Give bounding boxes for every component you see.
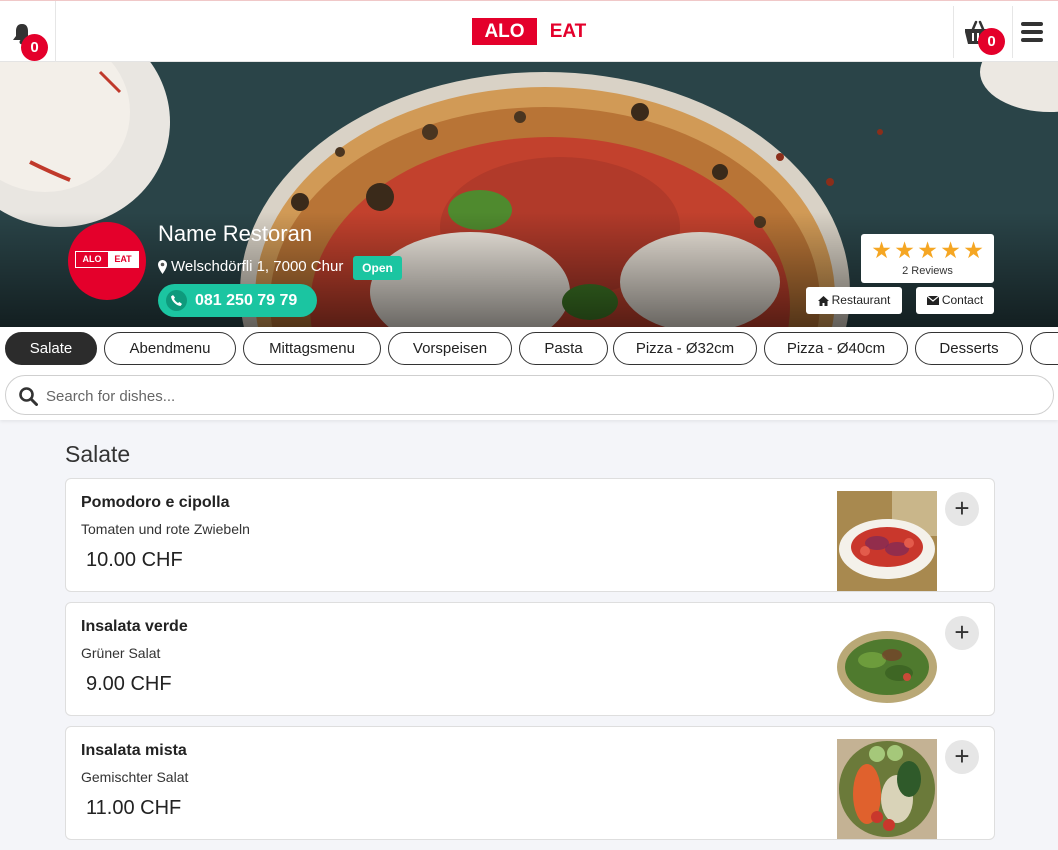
call-restaurant-button[interactable]: 081 250 79 79 (158, 284, 317, 317)
category-tab-abendmenu[interactable]: Abendmenu (104, 332, 236, 365)
hamburger-menu-icon[interactable] (1021, 22, 1045, 42)
item-photo[interactable] (837, 615, 937, 715)
section-title: Salate (65, 441, 131, 467)
restaurant-name: Name Restoran (158, 221, 313, 246)
envelope-icon (926, 296, 939, 305)
notifications-button[interactable]: 0 (0, 1, 56, 62)
star-icon: ★ (871, 237, 892, 263)
category-tab-more[interactable] (1030, 332, 1058, 365)
item-name: Insalata mista (81, 742, 187, 759)
notification-count-badge: 0 (21, 34, 48, 61)
menu-item-card[interactable]: Insalata mista Gemischter Salat 11.00 CH… (65, 726, 995, 840)
star-icon: ★ (894, 237, 915, 263)
restaurant-logo-alo: ALO (82, 254, 102, 264)
star-icon: ★ (940, 237, 961, 263)
item-description: Grüner Salat (81, 645, 161, 661)
item-description: Gemischter Salat (81, 769, 189, 785)
add-to-cart-button[interactable]: + (945, 616, 979, 650)
cart-button[interactable]: 0 (953, 6, 1013, 58)
app-logo[interactable]: ALO EAT (472, 18, 599, 45)
item-price: 10.00 CHF (86, 549, 183, 571)
restaurant-logo: ALO EAT (68, 222, 146, 300)
category-tab-mittagsmenu[interactable]: Mittagsmenu (243, 332, 381, 365)
logo-alo: ALO (472, 18, 537, 45)
star-icon: ★ (963, 237, 984, 263)
category-tab-pasta[interactable]: Pasta (519, 332, 608, 365)
rating-box[interactable]: ★ ★ ★ ★ ★ 2 Reviews (861, 234, 994, 283)
item-photo[interactable] (837, 739, 937, 839)
logo-eat: EAT (537, 18, 599, 45)
star-rating: ★ ★ ★ ★ ★ (870, 237, 985, 263)
contact-button[interactable]: Contact (916, 287, 994, 314)
contact-button-label: Contact (941, 293, 984, 307)
phone-icon (171, 295, 182, 306)
top-header: 0 ALO EAT 0 (0, 0, 1058, 62)
item-photo[interactable] (837, 491, 937, 591)
open-status-badge: Open (353, 256, 402, 280)
category-tab-pizza-40[interactable]: Pizza - Ø40cm (764, 332, 908, 365)
add-to-cart-button[interactable]: + (945, 492, 979, 526)
cart-count-badge: 0 (978, 28, 1005, 55)
category-tab-pizza-32[interactable]: Pizza - Ø32cm (613, 332, 757, 365)
category-bar: Salate Abendmenu Mittagsmenu Vorspeisen … (0, 327, 1058, 420)
map-marker-icon (158, 259, 167, 274)
restaurant-button-label: Restaurant (831, 293, 891, 307)
home-icon (817, 295, 829, 306)
restaurant-logo-eat: EAT (108, 252, 138, 267)
restaurant-hero: ALO EAT Name Restoran Welschdörfli 1, 70… (0, 62, 1058, 327)
reviews-count[interactable]: 2 Reviews (861, 265, 994, 277)
phone-number: 081 250 79 79 (195, 292, 298, 309)
item-price: 9.00 CHF (86, 673, 172, 695)
menu-item-card[interactable]: Pomodoro e cipolla Tomaten und rote Zwie… (65, 478, 995, 592)
category-tab-desserts[interactable]: Desserts (915, 332, 1023, 365)
restaurant-address-text: Welschdörfli 1, 7000 Chur (171, 258, 344, 275)
item-name: Pomodoro e cipolla (81, 494, 230, 511)
restaurant-address: Welschdörfli 1, 7000 Chur (158, 258, 343, 275)
restaurant-info-button[interactable]: Restaurant (806, 287, 902, 314)
category-tab-salate[interactable]: Salate (5, 332, 97, 365)
add-to-cart-button[interactable]: + (945, 740, 979, 774)
item-name: Insalata verde (81, 618, 188, 635)
item-description: Tomaten und rote Zwiebeln (81, 521, 250, 537)
search-icon (19, 387, 38, 406)
star-icon: ★ (917, 237, 938, 263)
menu-item-card[interactable]: Insalata verde Grüner Salat 9.00 CHF + (65, 602, 995, 716)
category-tab-vorspeisen[interactable]: Vorspeisen (388, 332, 512, 365)
category-tabs[interactable]: Salate Abendmenu Mittagsmenu Vorspeisen … (5, 332, 1058, 365)
dish-search-bar[interactable] (5, 375, 1054, 415)
dish-search-input[interactable] (46, 382, 1036, 410)
item-price: 11.00 CHF (86, 797, 182, 819)
